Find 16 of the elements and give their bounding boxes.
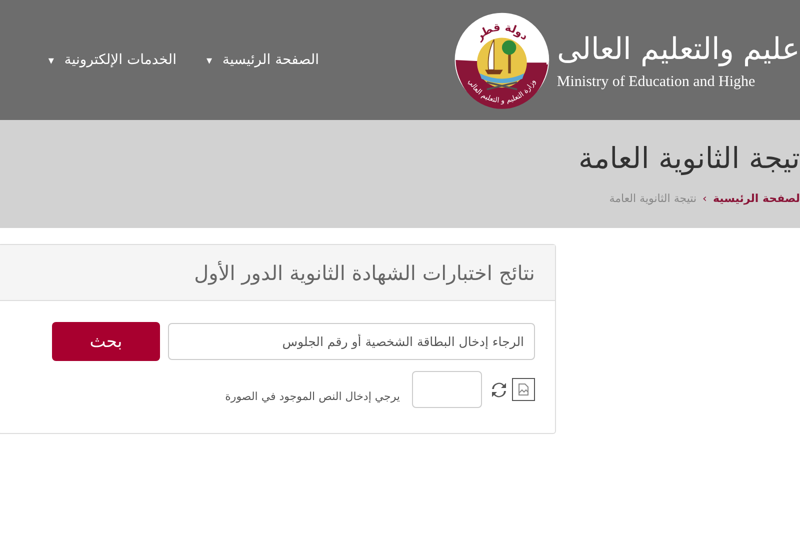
breadcrumb-separator: › [702, 192, 707, 205]
ministry-name: Ministry of Education and Highe [556, 74, 756, 90]
search-button[interactable]: بحث [52, 322, 160, 361]
refresh-icon[interactable] [491, 380, 507, 398]
breadcrumb-link[interactable]: لصفحة الرئيسية [712, 192, 800, 205]
nav-menu-item[interactable]: الصفحة الرئيسية ▾ [206, 52, 320, 68]
page-title: تيجة الثانوية العامة [578, 140, 800, 178]
captcha-field[interactable] [412, 371, 482, 408]
logo-text: دولة قطر [472, 20, 532, 43]
current-page-label: نتيجة الثانوية العامة [609, 192, 697, 205]
panel-title: نتائج اختبارات الشهادة الثانوية الدور الأول [194, 260, 535, 284]
nav-menu-item[interactable]: الخدمات الإلكترونية ▾ [48, 52, 176, 68]
emblem-icon [454, 12, 550, 109]
captcha-label: يرجي إدخال النص الموجود في الصورة [225, 390, 400, 403]
broken-image-icon [512, 378, 535, 401]
ministry-name: عليم والتعليم العالى [556, 30, 800, 68]
